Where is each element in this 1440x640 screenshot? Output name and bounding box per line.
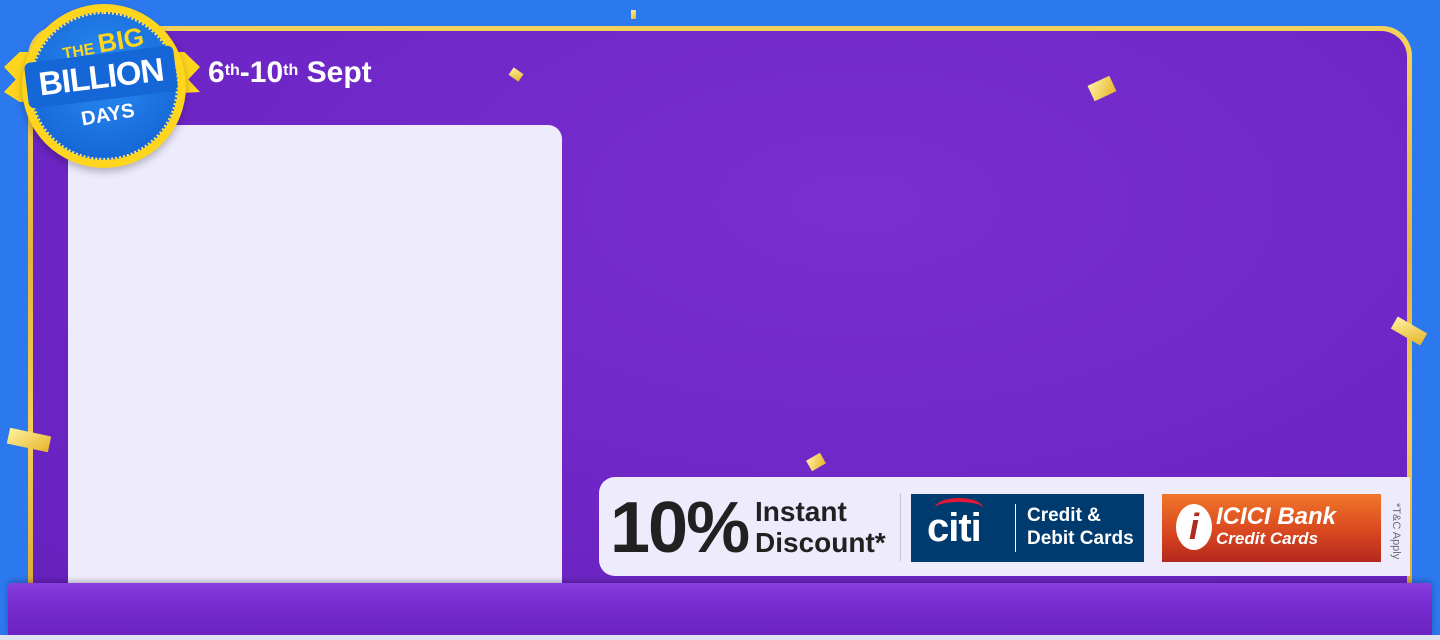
- date-end-suffix: th: [283, 62, 299, 79]
- citi-logo: citi: [927, 506, 982, 550]
- discount-label-line2: Discount*: [755, 527, 886, 558]
- date-start-suffix: th: [224, 62, 240, 79]
- date-separator: -: [239, 56, 250, 89]
- terms-apply: *T&C Apply: [1390, 502, 1402, 560]
- display-shelf: [8, 583, 1432, 635]
- icici-bank-name: ICICI Bank: [1216, 503, 1337, 530]
- icici-logo-icon: i: [1176, 504, 1212, 550]
- confetti-piece: [631, 10, 636, 19]
- icici-offer-card[interactable]: i ICICI Bank Credit Cards: [1162, 494, 1381, 562]
- discount-percent: 10%: [610, 488, 750, 568]
- discount-label-line1: Instant: [755, 496, 847, 527]
- date-month: Sept: [306, 56, 372, 89]
- citi-line1: Credit &: [1027, 505, 1101, 526]
- offer-divider: [900, 493, 901, 561]
- page-strip: [0, 635, 1440, 640]
- product-panel: [68, 125, 562, 595]
- date-end: 10: [249, 56, 284, 89]
- citi-card-types: Credit & Debit Cards: [1027, 504, 1134, 550]
- citi-line2: Debit Cards: [1027, 528, 1134, 549]
- sale-banner[interactable]: THE BIG BILLION DAYS 6th-10th Sept 10% I…: [0, 0, 1440, 640]
- date-start: 6: [208, 56, 225, 89]
- icici-card-type: Credit Cards: [1216, 529, 1319, 548]
- citi-separator: [1015, 504, 1016, 552]
- discount-label: Instant Discount*: [755, 496, 886, 558]
- sale-dates: 6th-10th Sept: [208, 56, 372, 90]
- citi-offer-card[interactable]: citi Credit & Debit Cards: [911, 494, 1144, 562]
